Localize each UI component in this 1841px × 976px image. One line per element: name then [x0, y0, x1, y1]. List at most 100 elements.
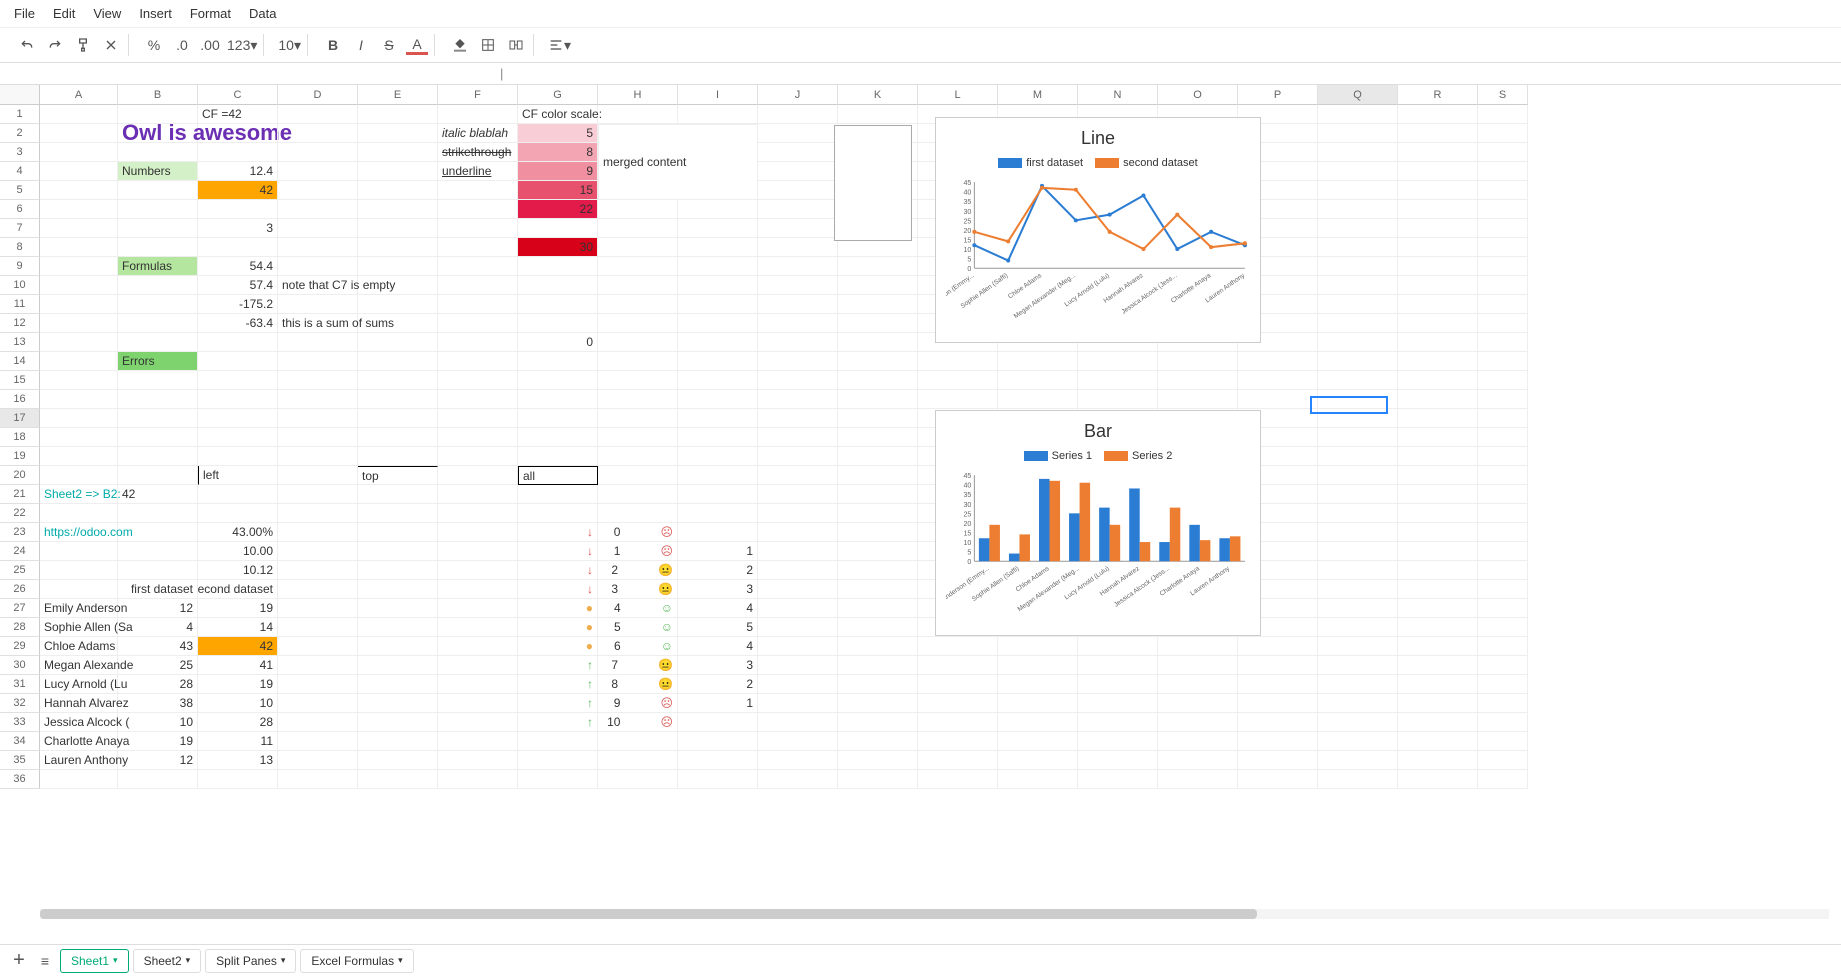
cell-F17[interactable]	[438, 409, 518, 428]
cell-P34[interactable]	[1238, 732, 1318, 751]
cell-K20[interactable]	[838, 466, 918, 485]
cell-E28[interactable]	[358, 618, 438, 637]
cell-G35[interactable]	[518, 751, 598, 770]
cell-E29[interactable]	[358, 637, 438, 656]
cell-F18[interactable]	[438, 428, 518, 447]
row-header-36[interactable]: 36	[0, 770, 40, 789]
cell-S23[interactable]	[1478, 523, 1528, 542]
cell-A5[interactable]	[40, 181, 118, 200]
cell-D18[interactable]	[278, 428, 358, 447]
cell-J35[interactable]	[758, 751, 838, 770]
cell-G9[interactable]	[518, 257, 598, 276]
cell-D11[interactable]	[278, 295, 358, 314]
sheet-tab-sheet2[interactable]: Sheet2 ▾	[133, 949, 202, 973]
cell-B29[interactable]: 43	[118, 637, 198, 656]
all-sheets-icon[interactable]: ≡	[34, 950, 56, 972]
cell-E11[interactable]	[358, 295, 438, 314]
cell-H34[interactable]	[598, 732, 678, 751]
cell-D26[interactable]	[278, 580, 358, 599]
row-header-9[interactable]: 9	[0, 257, 40, 276]
row-header-25[interactable]: 25	[0, 561, 40, 580]
col-header-M[interactable]: M	[998, 85, 1078, 105]
cell-Q30[interactable]	[1318, 656, 1398, 675]
cell-R34[interactable]	[1398, 732, 1478, 751]
row-header-8[interactable]: 8	[0, 238, 40, 257]
row-header-29[interactable]: 29	[0, 637, 40, 656]
cell-D32[interactable]	[278, 694, 358, 713]
cell-E4[interactable]	[358, 162, 438, 181]
cell-K18[interactable]	[838, 428, 918, 447]
cell-B5[interactable]	[118, 181, 198, 200]
cell-B6[interactable]	[118, 200, 198, 219]
col-header-A[interactable]: A	[40, 85, 118, 105]
cell-H20[interactable]	[598, 466, 678, 485]
cell-E19[interactable]	[358, 447, 438, 466]
cell-E27[interactable]	[358, 599, 438, 618]
cell-K23[interactable]	[838, 523, 918, 542]
cell-C8[interactable]	[198, 238, 278, 257]
cell-N32[interactable]	[1078, 694, 1158, 713]
cell-R14[interactable]	[1398, 352, 1478, 371]
cell-J22[interactable]	[758, 504, 838, 523]
row-header-18[interactable]: 18	[0, 428, 40, 447]
cell-R11[interactable]	[1398, 295, 1478, 314]
cell-M35[interactable]	[998, 751, 1078, 770]
cell-N36[interactable]	[1078, 770, 1158, 789]
cell-S27[interactable]	[1478, 599, 1528, 618]
cell-I10[interactable]	[678, 276, 758, 295]
cell-F3[interactable]: strikethrough	[438, 143, 518, 162]
cell-A36[interactable]	[40, 770, 118, 789]
row-header-11[interactable]: 11	[0, 295, 40, 314]
cell-F26[interactable]	[438, 580, 518, 599]
cell-R18[interactable]	[1398, 428, 1478, 447]
cell-E8[interactable]	[358, 238, 438, 257]
cell-G24[interactable]: ↓	[518, 542, 598, 561]
cell-A14[interactable]	[40, 352, 118, 371]
cell-D25[interactable]	[278, 561, 358, 580]
cell-O33[interactable]	[1158, 713, 1238, 732]
cell-D14[interactable]	[278, 352, 358, 371]
cell-D10[interactable]: note that C7 is empty	[278, 276, 358, 295]
cell-B34[interactable]: 19	[118, 732, 198, 751]
cell-G3[interactable]: 8	[518, 143, 598, 162]
cell-Q1[interactable]	[1318, 105, 1398, 124]
cell-D13[interactable]	[278, 333, 358, 352]
cell-A32[interactable]: Hannah Alvarez	[40, 694, 118, 713]
cell-F20[interactable]	[438, 466, 518, 485]
cell-A19[interactable]	[40, 447, 118, 466]
cell-O16[interactable]	[1158, 390, 1238, 409]
cell-P33[interactable]	[1238, 713, 1318, 732]
cell-H13[interactable]	[598, 333, 678, 352]
cell-A3[interactable]	[40, 143, 118, 162]
cell-R5[interactable]	[1398, 181, 1478, 200]
cell-R8[interactable]	[1398, 238, 1478, 257]
cell-R21[interactable]	[1398, 485, 1478, 504]
cell-M15[interactable]	[998, 371, 1078, 390]
cell-O31[interactable]	[1158, 675, 1238, 694]
cell-Q29[interactable]	[1318, 637, 1398, 656]
cell-R31[interactable]	[1398, 675, 1478, 694]
cell-Q12[interactable]	[1318, 314, 1398, 333]
align-icon[interactable]: ▾	[548, 34, 571, 56]
cell-S4[interactable]	[1478, 162, 1528, 181]
cell-Q3[interactable]	[1318, 143, 1398, 162]
cell-I36[interactable]	[678, 770, 758, 789]
cell-Q17[interactable]	[1318, 409, 1398, 428]
cell-N30[interactable]	[1078, 656, 1158, 675]
cell-I1[interactable]	[678, 105, 758, 124]
menu-view[interactable]: View	[93, 6, 121, 21]
cell-C9[interactable]: 54.4	[198, 257, 278, 276]
cell-Q35[interactable]	[1318, 751, 1398, 770]
cell-A15[interactable]	[40, 371, 118, 390]
cell-J7[interactable]	[758, 219, 838, 238]
cell-Q10[interactable]	[1318, 276, 1398, 295]
cell-E5[interactable]	[358, 181, 438, 200]
cell-C5[interactable]: 42	[198, 181, 278, 200]
cell-F16[interactable]	[438, 390, 518, 409]
cell-J9[interactable]	[758, 257, 838, 276]
cell-R2[interactable]	[1398, 124, 1478, 143]
cell-A33[interactable]: Jessica Alcock (	[40, 713, 118, 732]
col-header-S[interactable]: S	[1478, 85, 1528, 105]
cell-K12[interactable]	[838, 314, 918, 333]
cell-K16[interactable]	[838, 390, 918, 409]
